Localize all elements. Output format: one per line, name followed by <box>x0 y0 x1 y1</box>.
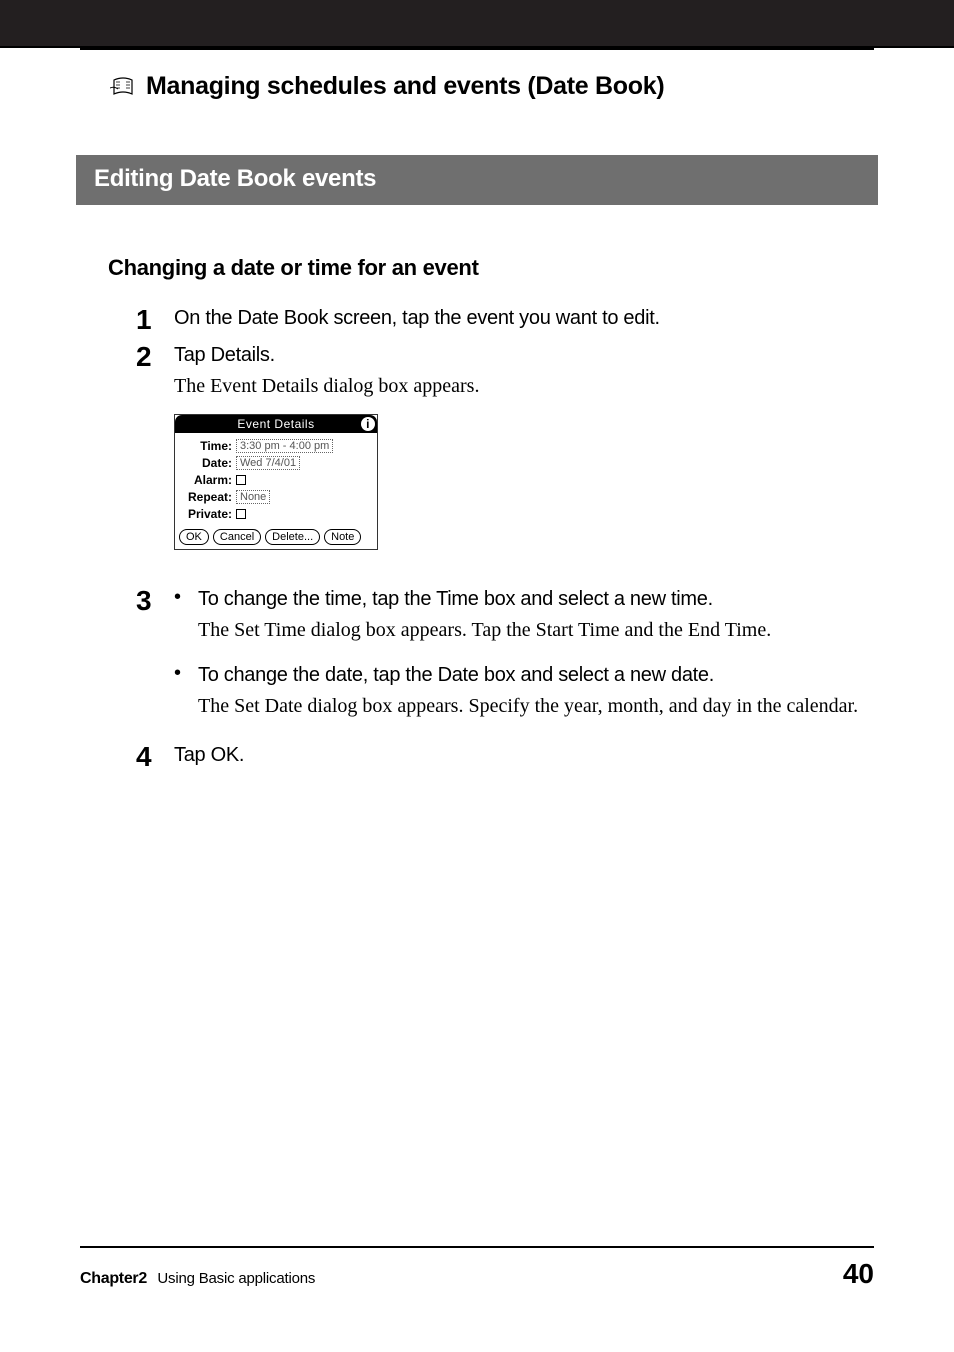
subsection-heading: Changing a date or time for an event <box>108 255 874 281</box>
private-label: Private: <box>181 507 236 521</box>
section-title-bar: Editing Date Book events <box>76 155 878 205</box>
step-number: 3 <box>136 586 174 615</box>
chapter-heading: Managing schedules and events (Date Book… <box>80 72 874 101</box>
step-number: 1 <box>136 305 174 334</box>
time-field[interactable]: 3:30 pm - 4:00 pm <box>236 439 333 453</box>
date-label: Date: <box>181 456 236 470</box>
footer-rule <box>80 1246 874 1248</box>
step-number: 4 <box>136 742 174 771</box>
chapter-title: Managing schedules and events (Date Book… <box>146 72 664 101</box>
top-header-bar <box>0 0 954 48</box>
footer-chapter-name: Using Basic applications <box>157 1270 315 1287</box>
delete-button[interactable]: Delete... <box>265 529 320 545</box>
step-text: Tap OK. <box>174 742 874 769</box>
time-label: Time: <box>181 439 236 453</box>
dialog-titlebar: Event Details i <box>175 415 377 433</box>
step-1: 1 On the Date Book screen, tap the event… <box>136 305 874 334</box>
event-details-dialog: Event Details i Time: 3:30 pm - 4:00 pm … <box>174 414 378 550</box>
bullet-text: To change the time, tap the Time box and… <box>198 586 874 613</box>
step-3: 3 • To change the time, tap the Time box… <box>136 586 874 734</box>
date-book-icon <box>110 74 136 100</box>
step-number: 2 <box>136 342 174 371</box>
page-number: 40 <box>843 1258 874 1290</box>
ok-button[interactable]: OK <box>179 529 209 545</box>
bullet-icon: • <box>174 662 198 720</box>
step-text: Tap Details. <box>174 342 874 369</box>
footer-chapter-number: Chapter2 <box>80 1270 147 1287</box>
repeat-label: Repeat: <box>181 490 236 504</box>
bullet-text: To change the date, tap the Date box and… <box>198 662 874 689</box>
note-button[interactable]: Note <box>324 529 361 545</box>
bullet-note: The Set Time dialog box appears. Tap the… <box>198 617 874 644</box>
alarm-label: Alarm: <box>181 473 236 487</box>
step-4: 4 Tap OK. <box>136 742 874 771</box>
step-2: 2 Tap Details. The Event Details dialog … <box>136 342 874 578</box>
alarm-checkbox[interactable] <box>236 475 246 485</box>
page-footer: Chapter2 Using Basic applications 40 <box>80 1246 874 1290</box>
step-text: On the Date Book screen, tap the event y… <box>174 305 874 332</box>
bullet-icon: • <box>174 586 198 644</box>
info-icon[interactable]: i <box>361 417 375 431</box>
dialog-title: Event Details <box>237 417 314 431</box>
cancel-button[interactable]: Cancel <box>213 529 261 545</box>
private-checkbox[interactable] <box>236 509 246 519</box>
bullet-note: The Set Date dialog box appears. Specify… <box>198 693 874 720</box>
date-field[interactable]: Wed 7/4/01 <box>236 456 300 470</box>
repeat-field[interactable]: None <box>236 490 270 504</box>
step-note: The Event Details dialog box appears. <box>174 373 874 400</box>
